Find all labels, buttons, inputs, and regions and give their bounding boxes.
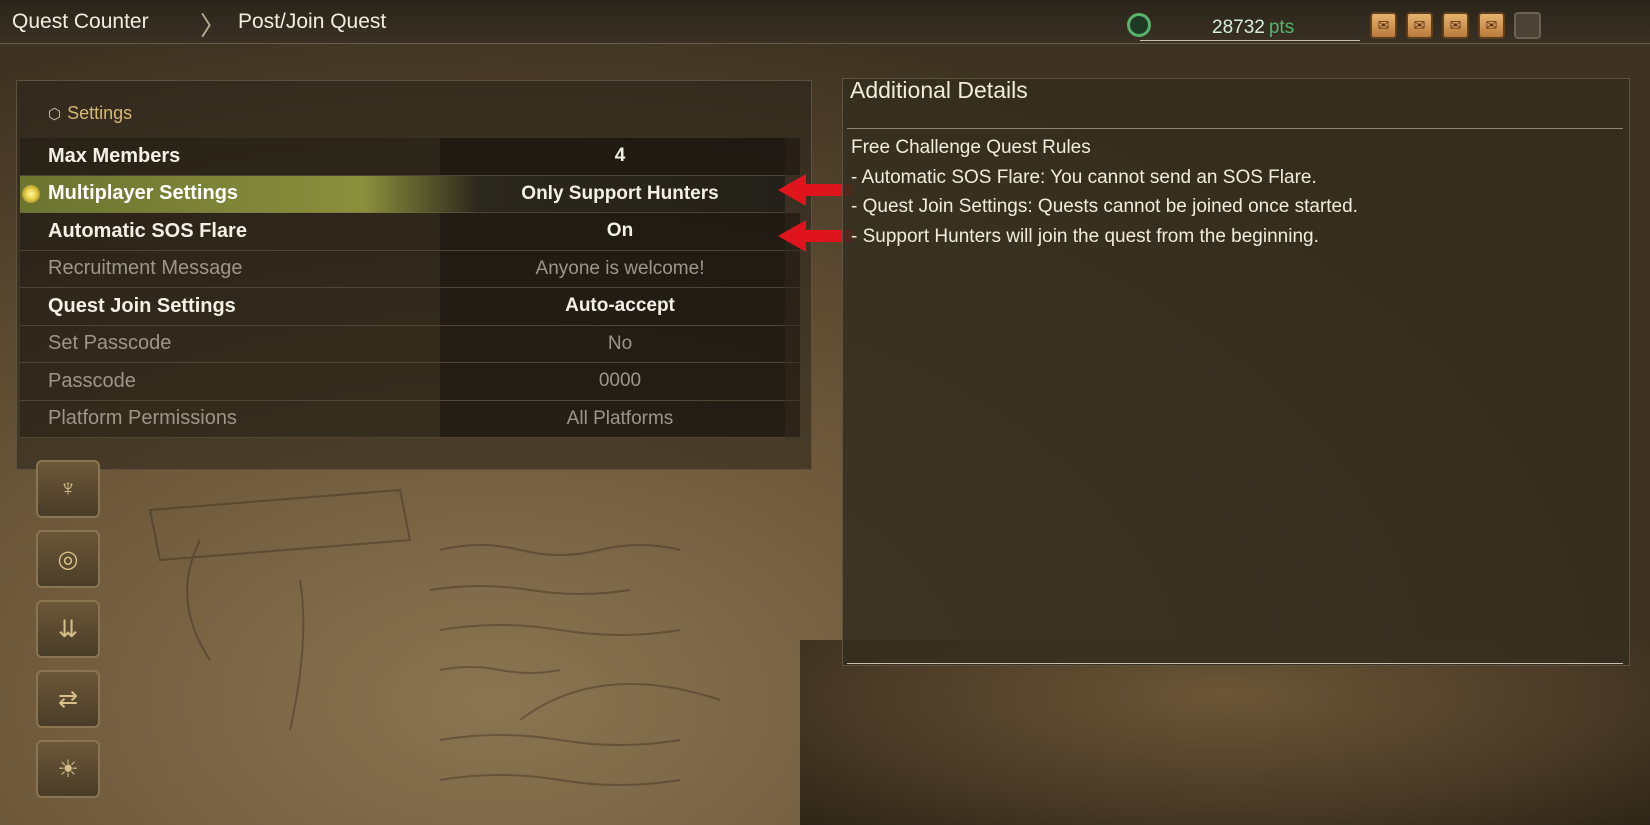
scroll-icon: ✉	[1442, 12, 1469, 39]
points-divider	[1140, 40, 1360, 41]
settings-cube-icon: ⬡	[48, 106, 62, 123]
setting-label: Quest Join Settings	[48, 294, 236, 317]
setting-value: 0000	[598, 370, 642, 392]
points-readout: 28732 pts	[1212, 17, 1294, 39]
empty-slot-icon	[1514, 12, 1541, 39]
parchment-background-right	[800, 640, 1650, 825]
monster-crest-icon[interactable]: ♆	[36, 460, 100, 518]
setting-row-recruitment-message: Recruitment Message Anyone is welcome!	[20, 250, 800, 288]
setting-label: Max Members	[48, 144, 181, 167]
top-bar: Quest Counter 〉 Post/Join Quest 28732 pts…	[0, 0, 1650, 44]
points-unit: pts	[1268, 17, 1295, 38]
arrows-down-icon[interactable]: ⇊	[36, 600, 100, 658]
scroll-icon: ✉	[1478, 12, 1505, 39]
settings-title: Settings	[67, 103, 133, 123]
setting-row-quest-join-settings[interactable]: Quest Join Settings Auto-accept	[20, 288, 800, 326]
setting-row-automatic-sos-flare[interactable]: Automatic SOS Flare On	[20, 213, 800, 251]
setting-row-passcode: Passcode 0000	[20, 363, 800, 401]
settings-list: Max Members 4 Multiplayer Settings Only …	[20, 138, 800, 438]
compass-clock-icon[interactable]: ◎	[36, 530, 100, 588]
breadcrumb-separator: 〉	[200, 11, 227, 41]
setting-value: All Platforms	[566, 407, 674, 429]
setting-label: Passcode	[48, 369, 136, 392]
guild-points-icon	[1127, 13, 1151, 37]
details-line: - Quest Join Settings: Quests cannot be …	[851, 196, 1358, 217]
details-line: Free Challenge Quest Rules	[851, 137, 1091, 158]
parchment-sketch	[148, 488, 721, 786]
setting-value: 4	[614, 145, 626, 167]
scroll-icon: ✉	[1406, 12, 1433, 39]
setting-row-max-members[interactable]: Max Members 4	[20, 138, 800, 176]
setting-label: Set Passcode	[48, 332, 172, 355]
setting-row-multiplayer-settings[interactable]: Multiplayer Settings Only Support Hunter…	[20, 175, 785, 213]
details-body: Free Challenge Quest Rules - Automatic S…	[851, 133, 1611, 251]
setting-value: Only Support Hunters	[521, 182, 719, 204]
details-line: - Automatic SOS Flare: You cannot send a…	[851, 166, 1317, 188]
setting-row-platform-permissions: Platform Permissions All Platforms	[20, 400, 800, 438]
setting-label: Multiplayer Settings	[48, 182, 239, 205]
details-bottom-rule	[847, 663, 1623, 664]
setting-value: On	[606, 220, 634, 242]
setting-value: Auto-accept	[565, 295, 675, 317]
setting-label: Recruitment Message	[48, 257, 243, 280]
breadcrumb-post-join-quest: Post/Join Quest	[238, 10, 387, 33]
setting-label: Platform Permissions	[48, 407, 237, 430]
setting-label: Automatic SOS Flare	[48, 219, 247, 242]
setting-value: No	[607, 332, 633, 354]
settings-heading: ⬡ Settings	[48, 103, 132, 124]
setting-value: Anyone is welcome!	[535, 257, 705, 279]
side-menu: ♆ ◎ ⇊ ⇄ ☀	[36, 460, 100, 798]
sun-icon[interactable]: ☀	[36, 740, 100, 798]
scroll-icon: ✉	[1370, 12, 1397, 39]
scroll-swap-icon[interactable]: ⇄	[36, 670, 100, 728]
points-value: 28732	[1212, 17, 1265, 38]
details-divider	[847, 128, 1623, 129]
selection-cursor-icon	[22, 184, 40, 203]
setting-row-set-passcode: Set Passcode No	[20, 325, 800, 363]
ticket-badges: ✉ ✉ ✉ ✉	[1370, 12, 1541, 39]
details-line: - Support Hunters will join the quest fr…	[851, 225, 1319, 247]
details-title: Additional Details	[850, 77, 1028, 103]
breadcrumb-quest-counter[interactable]: Quest Counter	[12, 10, 149, 34]
